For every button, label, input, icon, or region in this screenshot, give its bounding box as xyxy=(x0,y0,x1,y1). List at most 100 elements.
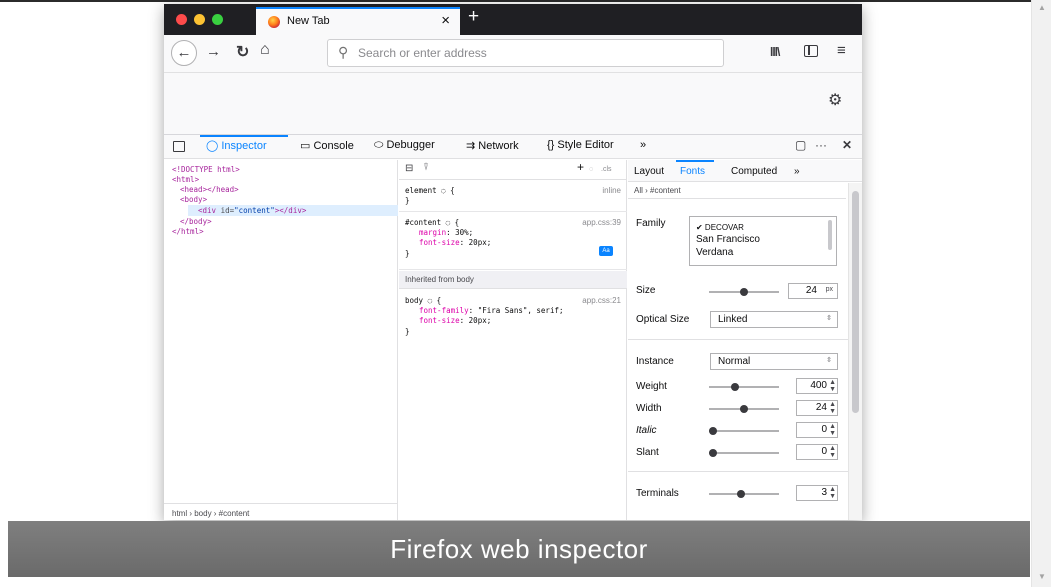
page-content: ⚙ xyxy=(164,74,862,134)
stepper-icon[interactable]: ▲ ▼ xyxy=(829,445,836,459)
slider-knob[interactable] xyxy=(737,490,745,498)
width-input[interactable]: 24 ▲ ▼ xyxy=(796,400,838,416)
width-slider[interactable] xyxy=(709,405,779,413)
new-tab-button[interactable]: + xyxy=(468,6,479,28)
slider-knob[interactable] xyxy=(740,288,748,296)
tab-computed[interactable]: Computed xyxy=(731,166,777,177)
terminals-slider[interactable] xyxy=(709,490,779,498)
stepper-icon[interactable]: ▲ ▼ xyxy=(829,401,836,415)
markup-line-selected[interactable]: <div id="content"></div> xyxy=(188,205,398,216)
italic-slider[interactable] xyxy=(709,427,779,435)
font-filter[interactable]: All › #content xyxy=(628,183,846,199)
pseudo-toggle[interactable]: ◌ xyxy=(589,165,593,175)
tab-network[interactable]: ⇉ Network xyxy=(466,139,519,152)
rule-source: inline xyxy=(602,186,621,195)
tab-debugger[interactable]: ⬭ Debugger xyxy=(374,139,435,152)
size-input[interactable]: 24 px xyxy=(788,283,838,299)
property-value: "Fira Sans", serif; xyxy=(477,306,564,315)
breadcrumb[interactable]: html › body › #content xyxy=(164,503,398,520)
forward-button[interactable]: → xyxy=(206,43,221,60)
tab-new-tab[interactable]: New Tab × xyxy=(256,7,460,35)
tabs-overflow-button[interactable]: » xyxy=(640,139,646,151)
library-icon[interactable]: lll\ xyxy=(770,45,780,59)
scroll-thumb[interactable] xyxy=(852,191,859,413)
font-family-item[interactable]: Verdana xyxy=(696,246,830,260)
stepper-icon[interactable]: ▲ ▼ xyxy=(829,486,836,500)
optical-size-select[interactable]: Linked ⇳ xyxy=(710,311,838,328)
more-options-icon[interactable]: ··· xyxy=(815,138,827,152)
slider-knob[interactable] xyxy=(731,383,739,391)
family-label: Family xyxy=(636,218,666,229)
close-window-button[interactable] xyxy=(176,14,187,25)
reload-button[interactable]: ↻ xyxy=(236,42,249,62)
tab-inspector[interactable]: ◯ Inspector xyxy=(206,139,267,152)
tag-close: ></div> xyxy=(274,206,307,215)
zoom-window-button[interactable] xyxy=(212,14,223,25)
italic-input[interactable]: 0 ▲ ▼ xyxy=(796,422,838,438)
property-name: margin xyxy=(419,228,447,237)
rule-source[interactable]: app.css:21 xyxy=(582,296,621,306)
font-family-item[interactable]: San Francisco xyxy=(696,233,830,247)
tab-console[interactable]: ▭ Console xyxy=(300,139,354,152)
markup-line[interactable]: </html> xyxy=(172,226,204,237)
scroll-up-arrow[interactable]: ▲ xyxy=(1032,0,1051,16)
cls-toggle[interactable]: .cls xyxy=(601,165,612,175)
gear-icon[interactable]: ⚙ xyxy=(828,90,842,110)
markup-line[interactable]: <body> xyxy=(180,194,207,205)
font-family-list[interactable]: ✔ DECOVAR San Francisco Verdana xyxy=(689,216,837,266)
address-bar[interactable]: ⚲ xyxy=(327,39,724,67)
weight-slider[interactable] xyxy=(709,383,779,391)
dock-icon[interactable]: ▢ xyxy=(795,138,806,152)
property-value: 20px; xyxy=(468,316,492,325)
list-scroll-thumb[interactable] xyxy=(828,220,832,250)
tabs-overflow-button[interactable]: » xyxy=(794,166,800,177)
rule-selector[interactable]: element ◌ { xyxy=(405,186,455,196)
filter-icon[interactable]: ⍒ xyxy=(423,163,429,173)
home-button[interactable]: ⌂ xyxy=(260,41,270,59)
tab-layout[interactable]: Layout xyxy=(634,166,664,177)
terminals-label: Terminals xyxy=(636,488,679,499)
declaration[interactable]: font-family: "Fira Sans", serif; xyxy=(419,306,564,316)
terminals-input[interactable]: 3 ▲ ▼ xyxy=(796,485,838,501)
stepper-icon[interactable]: ▲ ▼ xyxy=(829,379,836,393)
rule-close: } xyxy=(405,249,410,258)
hamburger-menu-icon[interactable]: ≡ xyxy=(837,42,846,59)
tab-close-icon[interactable]: × xyxy=(441,12,450,29)
tab-fonts[interactable]: Fonts xyxy=(680,166,705,177)
slider-knob[interactable] xyxy=(709,427,717,435)
font-editor-badge[interactable]: Aa xyxy=(599,246,613,256)
axis-value: 0 xyxy=(821,446,827,457)
url-input[interactable] xyxy=(358,44,708,62)
weight-input[interactable]: 400 ▲ ▼ xyxy=(796,378,838,394)
close-devtools-icon[interactable]: ✕ xyxy=(842,138,852,152)
search-icon: ⚲ xyxy=(338,44,349,60)
minimize-window-button[interactable] xyxy=(194,14,205,25)
scroll-down-arrow[interactable]: ▼ xyxy=(1032,569,1051,585)
layout-icon[interactable]: ⊟ xyxy=(405,164,413,174)
element-picker-icon[interactable] xyxy=(173,141,185,152)
side-panel-scrollbar[interactable] xyxy=(848,183,862,520)
add-rule-button[interactable]: + xyxy=(577,161,584,173)
declaration[interactable]: font-size: 20px; xyxy=(419,316,491,326)
rule-source[interactable]: app.css:39 xyxy=(582,218,621,228)
instance-select[interactable]: Normal ⇳ xyxy=(710,353,838,370)
size-slider[interactable] xyxy=(709,288,779,296)
rule-selector[interactable]: #content ◌ { xyxy=(405,218,459,228)
slider-knob[interactable] xyxy=(709,449,717,457)
declaration[interactable]: margin: 30%; xyxy=(419,228,473,238)
slant-slider[interactable] xyxy=(709,449,779,457)
divider xyxy=(628,339,848,340)
declaration[interactable]: font-size: 20px; xyxy=(419,238,491,248)
page-scrollbar[interactable]: ▲ ▼ xyxy=(1031,0,1051,587)
slider-knob[interactable] xyxy=(740,405,748,413)
axis-label: Width xyxy=(636,403,662,414)
size-unit[interactable]: px xyxy=(826,286,833,293)
slant-input[interactable]: 0 ▲ ▼ xyxy=(796,444,838,460)
sidebar-icon[interactable] xyxy=(804,45,818,57)
rule-selector[interactable]: body ◌ { xyxy=(405,296,441,306)
tab-style-editor[interactable]: {} Style Editor xyxy=(547,139,614,151)
back-button[interactable]: ← xyxy=(171,40,197,66)
selected-tab-indicator xyxy=(200,135,288,137)
stepper-icon[interactable]: ▲ ▼ xyxy=(829,423,836,437)
property-name: font-size xyxy=(419,316,460,325)
